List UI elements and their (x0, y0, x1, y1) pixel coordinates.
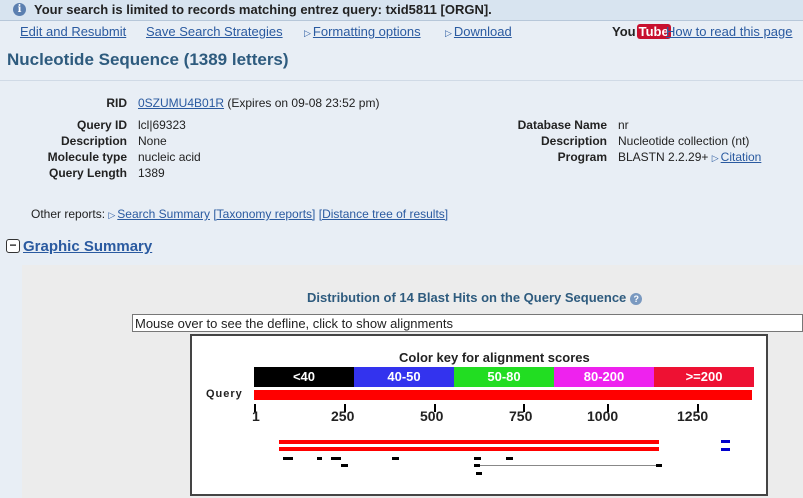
color-key-50-80: 50-80 (454, 367, 554, 387)
hit-bar[interactable] (283, 457, 293, 460)
hit-bar[interactable] (506, 457, 513, 460)
edit-resubmit-link[interactable]: Edit and Resubmit (20, 24, 126, 39)
rid-value: 0SZUMU4B01R (Expires on 09-08 23:52 pm) (138, 96, 379, 110)
how-to-read-link[interactable]: How to read this page (666, 24, 792, 39)
program-value: BLASTN 2.2.29+ ▷ Citation (618, 150, 761, 164)
description-label: Description (60, 134, 127, 148)
toolbar: Edit and Resubmit Save Search Strategies… (0, 24, 803, 40)
rid-link[interactable]: 0SZUMU4B01R (138, 96, 224, 110)
molecule-type-value: nucleic acid (138, 150, 201, 164)
other-reports: Other reports: ▷ Search Summary [Taxonomy… (31, 207, 448, 221)
triangle-right-icon: ▷ (108, 210, 116, 220)
db-description-label: Description (540, 134, 607, 148)
hit-bar[interactable] (474, 457, 481, 460)
formatting-options-link[interactable]: ▷ Formatting options (304, 24, 421, 39)
rid-label: RID (106, 96, 127, 110)
hit-bar[interactable] (317, 457, 322, 460)
query-label: Query (206, 388, 243, 400)
tick-label: 1250 (677, 408, 709, 424)
taxonomy-reports-link[interactable]: [Taxonomy reports] (213, 207, 315, 221)
tick-label: 500 (420, 408, 444, 424)
graphic-summary-link[interactable]: Graphic Summary (23, 238, 152, 255)
db-description-value: Nucleotide collection (nt) (618, 134, 750, 148)
hit-bar[interactable] (331, 457, 341, 460)
youtube-logo[interactable]: You Tube (612, 24, 671, 39)
distribution-text: Distribution of 14 Blast Hits on the Que… (307, 290, 627, 305)
triangle-right-icon: ▷ (304, 28, 311, 38)
hit-bar[interactable] (279, 447, 659, 451)
tick-label: 250 (331, 408, 355, 424)
youtube-you: You (612, 24, 636, 39)
program-label: Program (557, 150, 607, 164)
tick-label: 1000 (587, 408, 619, 424)
database-name-value: nr (618, 118, 629, 132)
hit-bar[interactable] (721, 448, 730, 451)
molecule-type-label: Molecule type (47, 150, 127, 164)
tick-label: 750 (509, 408, 533, 424)
color-key-title: Color key for alignment scores (399, 350, 590, 365)
collapse-toggle-icon[interactable]: − (6, 239, 20, 253)
hit-connector (480, 465, 656, 466)
database-name-label: Database Name (517, 118, 607, 132)
notice-text: Your search is limited to records matchi… (34, 2, 492, 17)
alignment-graphic[interactable]: Color key for alignment scores <40 40-50… (190, 334, 768, 496)
query-length-value: 1389 (138, 166, 165, 180)
search-summary-label: Search Summary (117, 207, 210, 221)
search-summary-link[interactable]: ▷ Search Summary (108, 207, 210, 221)
hit-bar[interactable] (476, 472, 482, 475)
description-value: None (138, 134, 167, 148)
hit-bar[interactable] (656, 464, 662, 467)
tick-label: 1 (252, 408, 260, 424)
rid-expires: (Expires on 09-08 23:52 pm) (227, 96, 380, 110)
help-icon[interactable]: ? (630, 292, 643, 305)
color-key-40-50: 40-50 (354, 367, 454, 387)
page-title: Nucleotide Sequence (1389 letters) (7, 50, 289, 69)
hit-bar[interactable] (341, 464, 348, 467)
defline-field[interactable]: Mouse over to see the defline, click to … (132, 314, 803, 332)
query-id-label: Query ID (76, 118, 127, 132)
citation-label: Citation (720, 150, 762, 164)
save-search-strategies-link[interactable]: Save Search Strategies (146, 24, 283, 39)
hit-bar[interactable] (721, 440, 730, 443)
search-limit-notice: i Your search is limited to records matc… (0, 0, 803, 21)
info-icon: i (13, 3, 26, 16)
color-key-lt40: <40 (254, 367, 354, 387)
color-key-80-200: 80-200 (554, 367, 654, 387)
triangle-right-icon: ▷ (711, 153, 719, 163)
citation-link[interactable]: ▷ Citation (712, 150, 762, 164)
triangle-right-icon: ▷ (445, 28, 452, 38)
query-id-value: lcl|69323 (138, 118, 186, 132)
distribution-title: Distribution of 14 Blast Hits on the Que… (307, 290, 643, 305)
distance-tree-link[interactable]: [Distance tree of results] (319, 207, 448, 221)
hit-bar[interactable] (279, 440, 659, 444)
other-reports-label: Other reports: (31, 207, 106, 221)
download-link[interactable]: ▷ Download (445, 24, 512, 39)
program-name: BLASTN 2.2.29+ (618, 150, 709, 164)
download-label: Download (453, 24, 512, 39)
formatting-options-label: Formatting options (312, 24, 421, 39)
hit-bar[interactable] (392, 457, 399, 460)
query-length-label: Query Length (48, 166, 127, 180)
color-key-gte200: >=200 (654, 367, 754, 387)
query-bar (254, 390, 752, 400)
